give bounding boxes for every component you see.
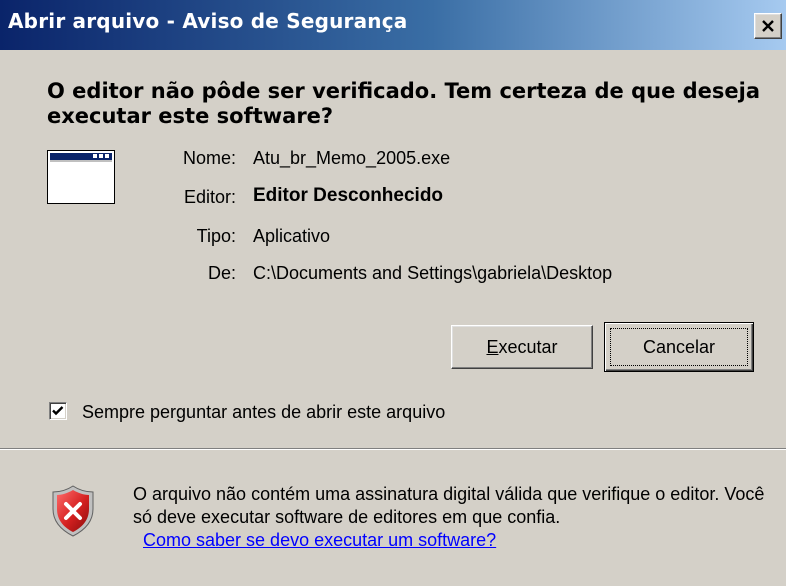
shield-warning-icon: [52, 485, 94, 537]
help-link[interactable]: Como saber se devo executar um software?: [143, 529, 496, 552]
checkmark-icon: [52, 406, 64, 416]
run-button-label: Executar: [486, 337, 557, 358]
name-label: Nome:: [182, 148, 236, 168]
run-label-rest: xecutar: [498, 336, 558, 357]
run-button[interactable]: Executar: [451, 325, 593, 369]
divider: [0, 448, 786, 450]
from-label: De:: [207, 263, 236, 283]
question-heading: O editor não pôde ser verificado. Tem ce…: [47, 79, 761, 128]
cancel-button-label: Cancelar: [642, 336, 716, 357]
type-label: Tipo:: [196, 226, 236, 246]
close-icon: [762, 20, 774, 32]
publisher-label: Editor:: [183, 187, 236, 207]
type-value: Aplicativo: [253, 226, 331, 246]
close-button[interactable]: [754, 13, 782, 39]
title-bar[interactable]: Abrir arquivo - Aviso de Segurança: [0, 0, 786, 50]
name-value: Atu_br_Memo_2005.exe: [253, 148, 451, 168]
unsigned-warning-text: O arquivo não contém uma assinatura digi…: [133, 484, 765, 527]
cancel-button[interactable]: Cancelar: [604, 322, 754, 372]
window-title: Abrir arquivo - Aviso de Segurança: [8, 9, 408, 33]
always-ask-label[interactable]: Sempre perguntar antes de abrir este arq…: [82, 401, 445, 423]
from-value: C:\Documents and Settings\gabriela\Deskt…: [253, 263, 613, 283]
always-ask-checkbox[interactable]: [49, 402, 67, 420]
publisher-value: Editor Desconhecido: [253, 185, 444, 206]
run-mnemonic: E: [486, 336, 499, 357]
